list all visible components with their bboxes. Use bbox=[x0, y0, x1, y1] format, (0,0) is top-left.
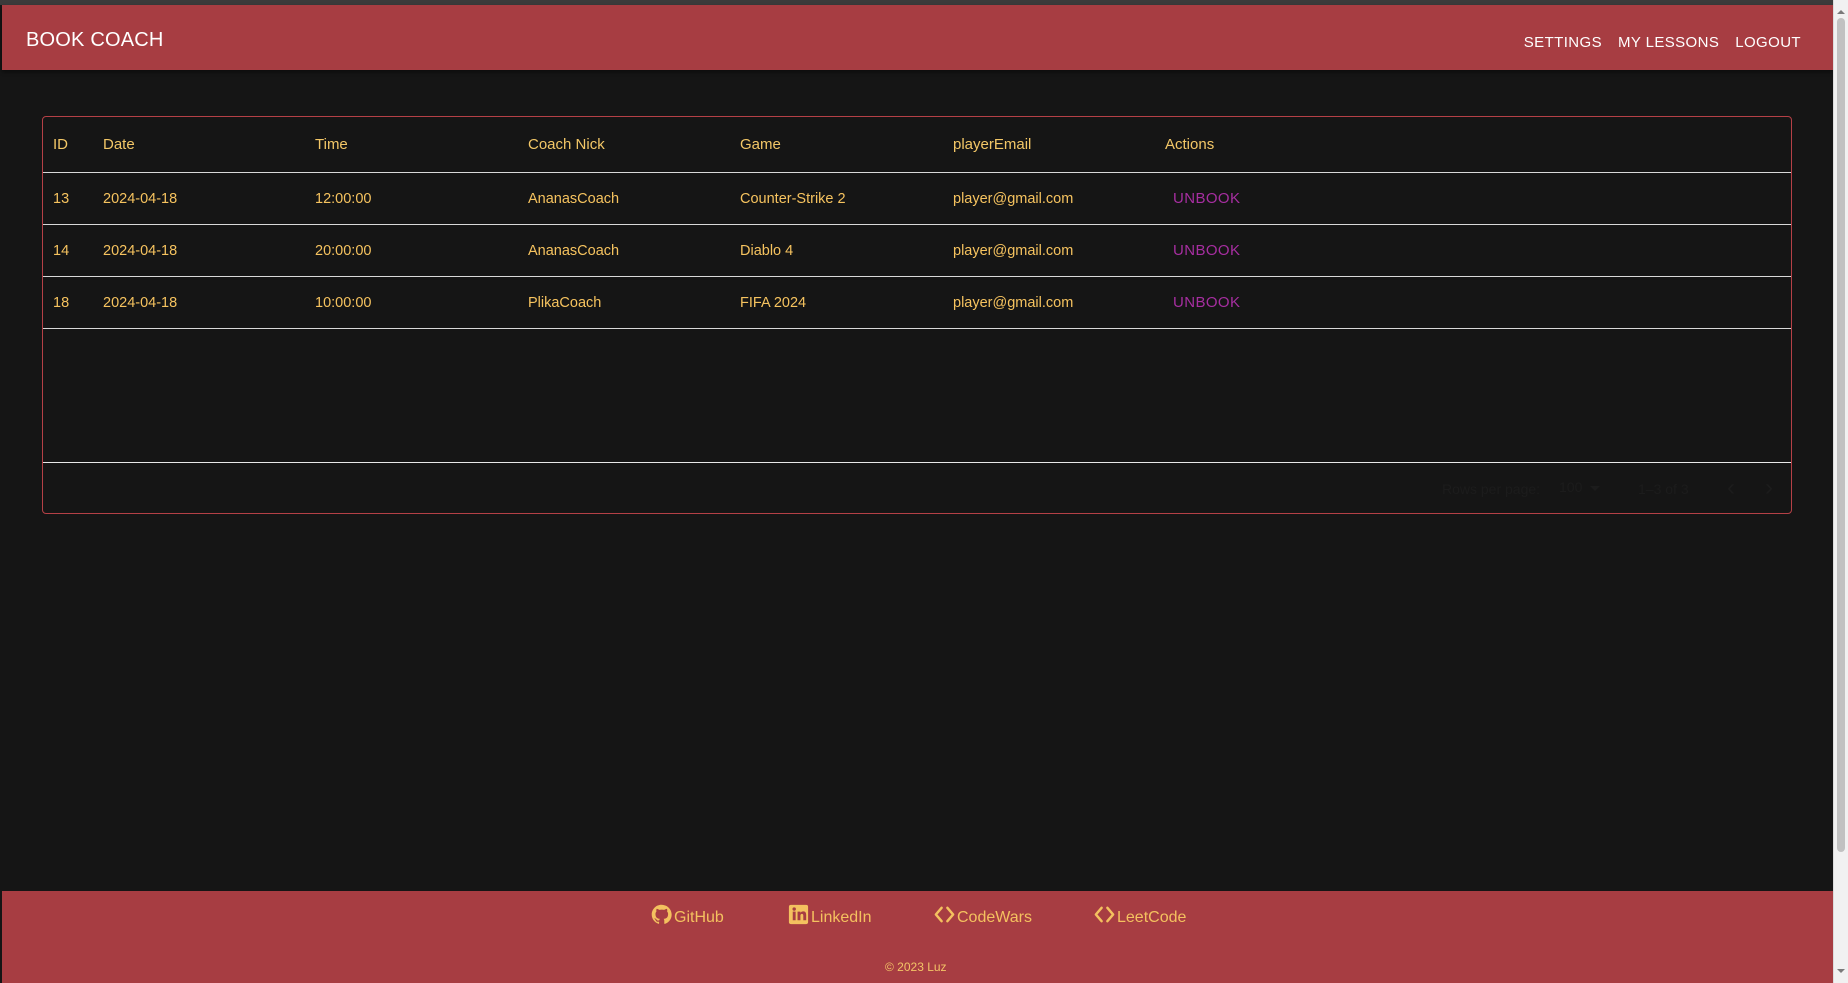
cell-time: 12:00:00 bbox=[315, 190, 372, 207]
scrollbar-thumb[interactable] bbox=[1837, 18, 1845, 852]
cell-id: 13 bbox=[53, 190, 70, 207]
column-header-game[interactable]: Game bbox=[740, 117, 781, 172]
github-link[interactable]: GitHub bbox=[650, 903, 724, 927]
cell-id: 18 bbox=[53, 294, 70, 311]
unbook-button[interactable]: UNBOOK bbox=[1173, 225, 1240, 276]
leetcode-link[interactable]: LeetCode bbox=[1093, 903, 1186, 927]
cell-date: 2024-04-18 bbox=[103, 242, 178, 259]
leetcode-label[interactable]: LeetCode bbox=[1117, 909, 1186, 927]
table-row: 14 2024-04-18 20:00:00 AnanasCoach Diabl… bbox=[43, 225, 1791, 277]
table-header-row: ID Date Time Coach Nick Game playerEmail… bbox=[43, 117, 1791, 173]
top-navigation: SETTINGS MY LESSONS LOGOUT bbox=[1524, 34, 1801, 51]
site-footer: GitHub LinkedIn CodeWars LeetCode © 2023… bbox=[2, 891, 1833, 983]
linkedin-icon bbox=[788, 904, 809, 925]
brand-title[interactable]: BOOK COACH bbox=[26, 29, 164, 52]
chevron-right-icon[interactable]: › bbox=[1757, 476, 1781, 501]
my-lessons-nav-button[interactable]: MY LESSONS bbox=[1618, 34, 1719, 51]
code-icon bbox=[934, 906, 955, 923]
settings-nav-button[interactable]: SETTINGS bbox=[1524, 34, 1602, 51]
book-coach-page: BOOK COACH SETTINGS MY LESSONS LOGOUT ID… bbox=[0, 0, 1848, 983]
rows-per-page-value[interactable]: 100 bbox=[1559, 479, 1582, 495]
rows-per-page-select[interactable]: 100 bbox=[1559, 479, 1601, 495]
chevron-left-icon[interactable]: ‹ bbox=[1719, 476, 1743, 501]
column-header-time[interactable]: Time bbox=[315, 117, 348, 172]
cell-date: 2024-04-18 bbox=[103, 190, 178, 207]
github-icon bbox=[651, 904, 672, 924]
copyright-text: © 2023 Luz bbox=[885, 960, 947, 974]
code-icon bbox=[1094, 906, 1115, 923]
cell-player-email: player@gmail.com bbox=[953, 294, 1074, 311]
column-header-coach-nick[interactable]: Coach Nick bbox=[528, 117, 605, 172]
unbook-button[interactable]: UNBOOK bbox=[1173, 173, 1240, 224]
cell-game: Counter-Strike 2 bbox=[740, 190, 846, 207]
cell-game: FIFA 2024 bbox=[740, 294, 807, 311]
codewars-label[interactable]: CodeWars bbox=[957, 909, 1032, 927]
cell-date: 2024-04-18 bbox=[103, 294, 178, 311]
unbook-button[interactable]: UNBOOK bbox=[1173, 277, 1240, 328]
cell-coach-nick: AnanasCoach bbox=[528, 190, 620, 207]
chevron-down-icon[interactable] bbox=[1590, 485, 1601, 491]
linkedin-link[interactable]: LinkedIn bbox=[787, 903, 872, 927]
table-row: 13 2024-04-18 12:00:00 AnanasCoach Count… bbox=[43, 173, 1791, 225]
column-header-player-email[interactable]: playerEmail bbox=[953, 117, 1031, 172]
cell-player-email: player@gmail.com bbox=[953, 242, 1074, 259]
cell-time: 10:00:00 bbox=[315, 294, 372, 311]
linkedin-label[interactable]: LinkedIn bbox=[811, 909, 872, 927]
cell-id: 14 bbox=[53, 242, 70, 259]
logout-nav-button[interactable]: LOGOUT bbox=[1735, 34, 1801, 51]
scroll-down-icon[interactable] bbox=[1837, 969, 1845, 973]
cell-coach-nick: AnanasCoach bbox=[528, 242, 620, 259]
cell-time: 20:00:00 bbox=[315, 242, 372, 259]
scroll-up-icon[interactable] bbox=[1837, 10, 1845, 14]
column-header-id[interactable]: ID bbox=[53, 117, 68, 172]
table-pagination: Rows per page: 100 1–3 of 3 ‹ › bbox=[43, 463, 1791, 514]
pagination-range: 1–3 of 3 bbox=[1638, 481, 1689, 497]
table-row: 18 2024-04-18 10:00:00 PlikaCoach FIFA 2… bbox=[43, 277, 1791, 329]
github-label[interactable]: GitHub bbox=[674, 909, 724, 927]
column-header-date[interactable]: Date bbox=[103, 117, 135, 172]
column-header-actions: Actions bbox=[1165, 136, 1215, 153]
top-app-bar: BOOK COACH SETTINGS MY LESSONS LOGOUT bbox=[2, 5, 1833, 70]
vertical-scrollbar[interactable] bbox=[1833, 0, 1848, 983]
cell-coach-nick: PlikaCoach bbox=[528, 294, 602, 311]
cell-player-email: player@gmail.com bbox=[953, 190, 1074, 207]
cell-game: Diablo 4 bbox=[740, 242, 794, 259]
rows-per-page-label: Rows per page: bbox=[1442, 481, 1541, 497]
lessons-table: ID Date Time Coach Nick Game playerEmail… bbox=[42, 116, 1792, 514]
codewars-link[interactable]: CodeWars bbox=[933, 903, 1032, 927]
